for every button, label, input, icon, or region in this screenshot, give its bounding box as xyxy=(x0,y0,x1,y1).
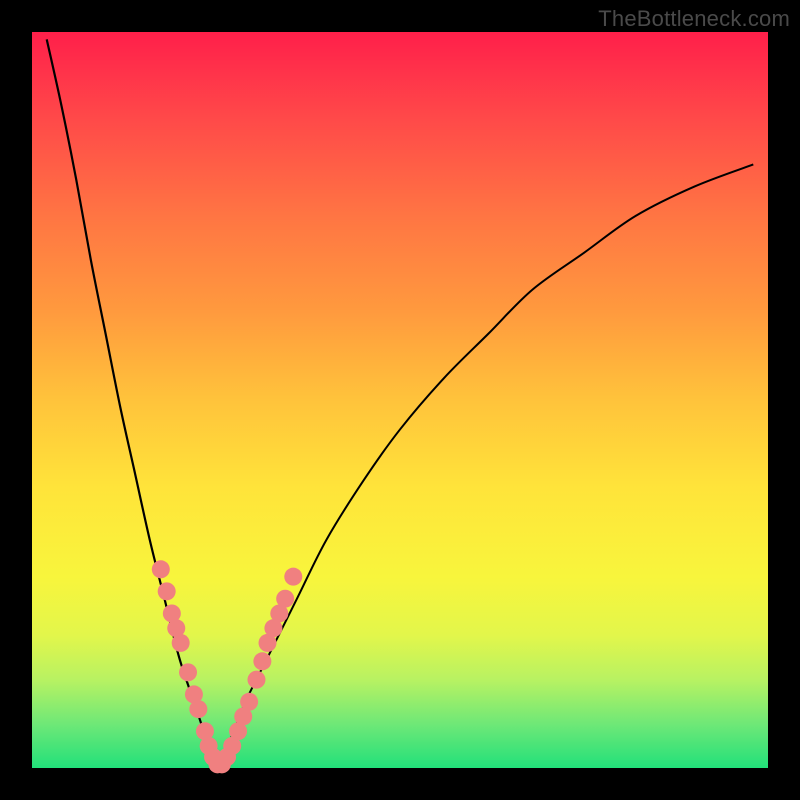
curve-left-branch xyxy=(47,39,216,768)
data-marker xyxy=(253,652,271,670)
data-marker xyxy=(284,568,302,586)
data-marker xyxy=(247,671,265,689)
data-marker xyxy=(172,634,190,652)
data-marker xyxy=(276,590,294,608)
watermark-text: TheBottleneck.com xyxy=(598,6,790,32)
data-marker xyxy=(189,700,207,718)
data-marker xyxy=(240,693,258,711)
plot-area xyxy=(32,32,768,768)
chart-svg xyxy=(32,32,768,768)
marker-group xyxy=(152,560,302,773)
curve-right-branch xyxy=(216,164,753,768)
data-marker xyxy=(158,582,176,600)
data-marker xyxy=(152,560,170,578)
data-marker xyxy=(179,663,197,681)
chart-frame: TheBottleneck.com xyxy=(0,0,800,800)
